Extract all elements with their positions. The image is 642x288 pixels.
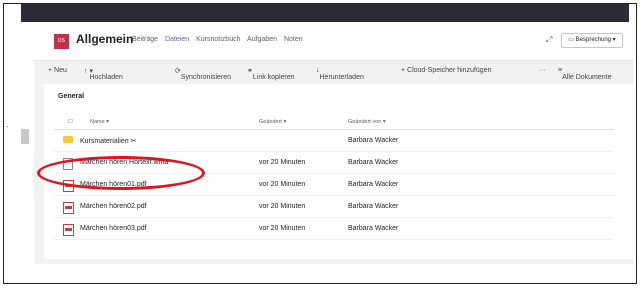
file-row[interactable]: Kursmaterialien ✂ Barbara Wacker xyxy=(54,130,614,152)
file-name[interactable]: Märchen hören03.pdf xyxy=(80,225,147,232)
all-docs-button[interactable]: ≡ Alle Dokumente xyxy=(558,67,612,81)
files-toolbar: + Neu ↑ Hochladen ▾ ⟳ Synchronisieren ⚭ … xyxy=(34,60,634,82)
section-title: General xyxy=(58,93,85,100)
channel-header: DS Allgemein Beiträge Dateien Kursnotizb… xyxy=(34,22,634,61)
column-modified-by[interactable]: Geändert von ▾ xyxy=(348,119,386,125)
column-modified[interactable]: Geändert ▾ xyxy=(259,119,286,125)
file-row[interactable]: Märchen hören03.pdf vor 20 Minuten Barba… xyxy=(54,218,614,240)
file-row[interactable]: Märchen hören02.pdf vor 20 Minuten Barba… xyxy=(54,196,614,218)
files-panel: DS Allgemein Beiträge Dateien Kursnotizb… xyxy=(34,22,634,264)
left-marker: · xyxy=(6,122,9,131)
folder-icon xyxy=(63,136,73,143)
file-modified: vor 20 Minuten xyxy=(259,203,306,210)
file-modified-by: Barbara Wacker xyxy=(348,181,399,188)
screenshot-frame: · DS Allgemein Beiträge Dateien Kursnoti… xyxy=(3,3,637,284)
file-modified-by: Barbara Wacker xyxy=(348,225,399,232)
file-modified: vor 20 Minuten xyxy=(259,159,306,166)
file-modified: vor 20 Minuten xyxy=(259,225,306,232)
tab-beitraege[interactable]: Beiträge xyxy=(132,36,158,43)
file-modified-by: Barbara Wacker xyxy=(348,137,399,144)
column-name[interactable]: Name ▾ xyxy=(90,119,109,125)
meeting-button[interactable]: ▭ Besprechung ▾ xyxy=(561,33,623,48)
video-icon: ▭ xyxy=(568,37,576,43)
tab-aufgaben[interactable]: Aufgaben xyxy=(247,36,277,43)
red-highlight-ellipse xyxy=(37,156,205,190)
expand-icon[interactable]: ⤢ xyxy=(546,35,552,44)
add-cloud-button[interactable]: + Cloud-Speicher hinzufügen xyxy=(401,67,491,74)
left-rail-item[interactable] xyxy=(21,129,29,144)
file-modified: vor 20 Minuten xyxy=(259,181,306,188)
team-avatar[interactable]: DS xyxy=(54,34,69,49)
more-options-button[interactable]: ··· xyxy=(539,67,546,74)
select-all-checkbox[interactable]: ☐ xyxy=(68,119,73,125)
tab-kursnotizbuch[interactable]: Kursnotizbuch xyxy=(196,36,240,43)
sync-button[interactable]: ⟳ Synchronisieren xyxy=(175,67,231,81)
file-name[interactable]: Kursmaterialien ✂ xyxy=(80,137,136,145)
title-bar xyxy=(21,4,629,22)
tab-noten[interactable]: Noten xyxy=(284,36,303,43)
file-name[interactable]: Märchen hören02.pdf xyxy=(80,203,147,210)
new-button[interactable]: + Neu xyxy=(48,67,67,74)
copy-link-button[interactable]: ⚭ Link kopieren xyxy=(247,67,295,81)
file-modified-by: Barbara Wacker xyxy=(348,159,399,166)
pdf-icon xyxy=(63,202,74,214)
channel-tabs: Beiträge Dateien Kursnotizbuch Aufgaben … xyxy=(132,36,308,43)
channel-title: Allgemein xyxy=(76,32,134,46)
download-button[interactable]: ↓ Herunterladen xyxy=(316,67,364,81)
file-modified-by: Barbara Wacker xyxy=(348,203,399,210)
tab-dateien[interactable]: Dateien xyxy=(165,36,189,43)
upload-button[interactable]: ↑ Hochladen ▾ xyxy=(84,67,123,81)
pdf-icon xyxy=(63,224,74,236)
header-icons: ⤢ xyxy=(546,35,560,45)
